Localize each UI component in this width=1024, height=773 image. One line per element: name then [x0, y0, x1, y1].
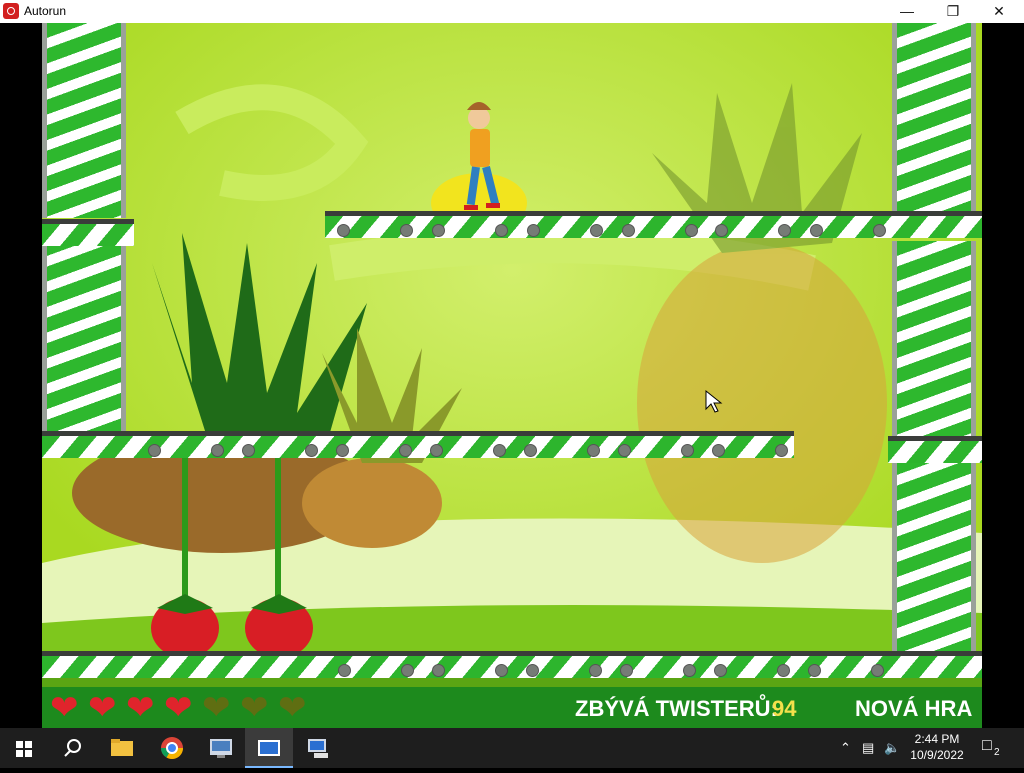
- heart-full-icon: ❤: [126, 689, 155, 727]
- hud-bar: ❤ ❤ ❤ ❤ ❤ ❤ ❤ ZBÝVÁ TWISTERŮ: 94 NOVÁ HRA: [42, 687, 982, 728]
- clock-time: 2:44 PM: [914, 732, 960, 746]
- window-title: Autorun: [24, 4, 67, 18]
- platform-top: [325, 211, 982, 238]
- clock[interactable]: 2:44 PM 10/9/2022: [905, 731, 969, 763]
- pole-right-lower: [892, 460, 976, 657]
- maximize-button[interactable]: ❐: [930, 0, 976, 23]
- pole-left-middle: [42, 241, 126, 436]
- scene-background: [42, 23, 982, 728]
- network-icon[interactable]: ▤: [862, 740, 874, 756]
- heart-empty-icon: ❤: [278, 689, 307, 727]
- heart-empty-icon: ❤: [240, 689, 269, 727]
- twisters-remaining-label: ZBÝVÁ TWISTERŮ:: [575, 696, 778, 721]
- minimize-button[interactable]: —: [884, 0, 930, 23]
- platform-middle: [42, 431, 794, 458]
- autorun-app-icon[interactable]: [245, 728, 293, 768]
- heart-full-icon: ❤: [50, 689, 79, 727]
- notifications-icon[interactable]: □: [982, 737, 992, 755]
- platform-ledge-top-left: [42, 219, 134, 246]
- heart-empty-icon: ❤: [202, 689, 231, 727]
- pole-right-upper: [892, 23, 976, 218]
- pole-left-upper: [42, 23, 126, 218]
- platform-bottom: [42, 651, 982, 678]
- taskbar: ⌃ ▤ 🔈 2:44 PM 10/9/2022 □ 2: [0, 728, 1024, 768]
- windows-start-icon[interactable]: [0, 728, 48, 768]
- clock-date: 10/9/2022: [910, 748, 964, 762]
- chevron-up-icon[interactable]: ⌃: [840, 740, 851, 756]
- close-button[interactable]: ✕: [976, 0, 1022, 23]
- platform-ledge-middle-right: [888, 436, 982, 463]
- file-explorer-icon[interactable]: [98, 728, 146, 768]
- notification-count: 2: [994, 747, 1000, 758]
- app-icon: [3, 3, 19, 19]
- heart-full-icon: ❤: [164, 689, 193, 727]
- pole-right-middle: [892, 241, 976, 436]
- new-game-button[interactable]: NOVÁ HRA: [855, 696, 972, 722]
- twisters-remaining-count: 94: [772, 696, 797, 721]
- game-scene[interactable]: [42, 23, 982, 728]
- search-icon[interactable]: [48, 728, 96, 768]
- control-panel-icon[interactable]: [197, 728, 245, 768]
- volume-icon[interactable]: 🔈: [884, 740, 900, 756]
- window-titlebar: Autorun — ❐ ✕: [0, 0, 1024, 23]
- game-viewport[interactable]: ❤ ❤ ❤ ❤ ❤ ❤ ❤ ZBÝVÁ TWISTERŮ: 94 NOVÁ HRA: [0, 23, 1024, 728]
- network-app-icon[interactable]: [294, 728, 342, 768]
- chrome-icon[interactable]: [148, 728, 196, 768]
- heart-full-icon: ❤: [88, 689, 117, 727]
